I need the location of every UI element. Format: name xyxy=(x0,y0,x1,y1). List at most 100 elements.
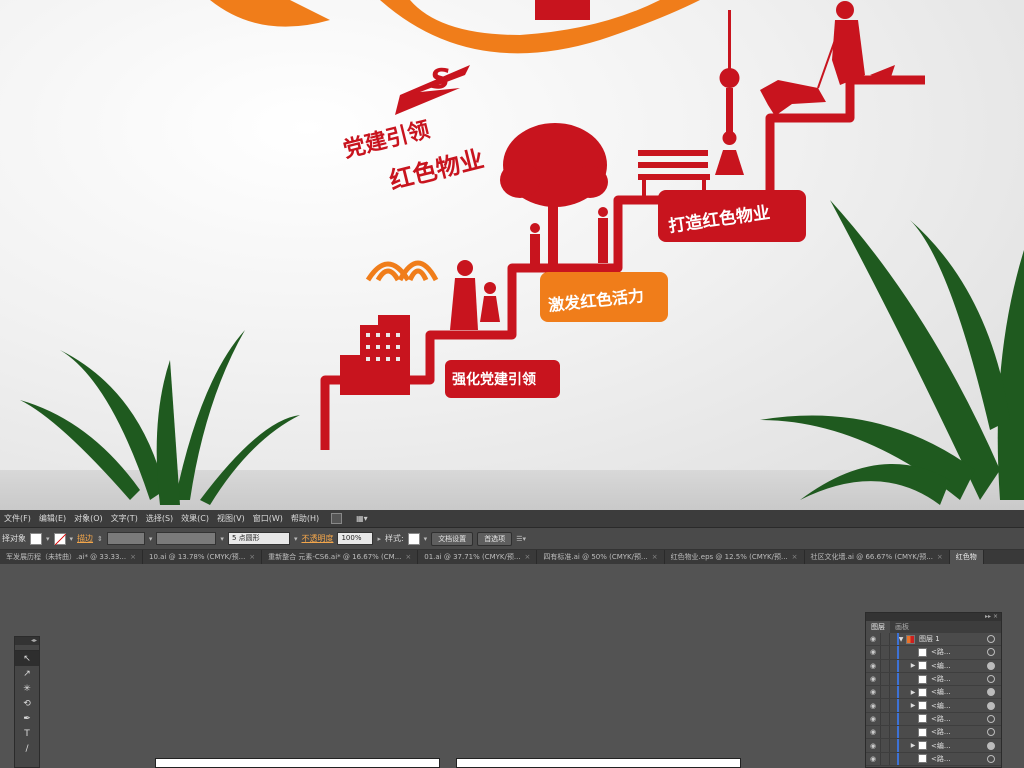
opacity-field[interactable]: 100% xyxy=(337,532,374,545)
artboard-left[interactable] xyxy=(155,758,440,768)
pen-tool-icon[interactable]: ✒ xyxy=(15,711,39,726)
visibility-eye-icon[interactable]: ◉ xyxy=(866,635,880,643)
tab-artboards[interactable]: 画板 xyxy=(890,621,914,633)
layer-row[interactable]: ◉ ▶ <编... xyxy=(866,686,1001,700)
visibility-eye-icon[interactable]: ◉ xyxy=(866,715,880,723)
stroke-weight-stepper-icon[interactable]: ⇕ xyxy=(97,535,103,543)
direct-selection-tool-icon[interactable]: ↗ xyxy=(15,666,39,681)
close-icon[interactable]: × xyxy=(405,553,411,561)
layer-target-icon[interactable] xyxy=(987,701,995,710)
sublayer-name[interactable]: <路... xyxy=(931,754,987,764)
opacity-dropdown-icon[interactable]: ▸ xyxy=(377,535,381,543)
lock-toggle[interactable] xyxy=(880,726,890,739)
visibility-eye-icon[interactable]: ◉ xyxy=(866,702,880,710)
visibility-eye-icon[interactable]: ◉ xyxy=(866,728,880,736)
doc-tab[interactable]: 01.ai @ 37.71% (CMYK/预... × xyxy=(418,550,538,564)
artboard-right[interactable] xyxy=(456,758,741,768)
sublayer-name[interactable]: <路... xyxy=(931,674,987,684)
layer-target-icon[interactable] xyxy=(987,754,995,763)
lock-toggle[interactable] xyxy=(880,646,890,659)
menu-type[interactable]: 文字(T) xyxy=(107,513,142,524)
sublayer-name[interactable]: <编... xyxy=(931,741,987,751)
menu-select[interactable]: 选择(S) xyxy=(142,513,177,524)
panel-menu-icon[interactable]: ☰▾ xyxy=(516,535,526,543)
layer-name[interactable]: 图层 1 xyxy=(919,634,987,644)
expand-right-icon[interactable]: ▶ xyxy=(908,662,918,669)
line-tool-icon[interactable]: / xyxy=(15,741,39,756)
layer-row[interactable]: ◉ <路... xyxy=(866,672,1001,687)
layer-row-main[interactable]: ◉ ▼ 图层 1 xyxy=(866,633,1001,647)
visibility-eye-icon[interactable]: ◉ xyxy=(866,648,880,656)
visibility-eye-icon[interactable]: ◉ xyxy=(866,675,880,683)
layer-row[interactable]: ◉ <路... xyxy=(866,752,1001,766)
preferences-button[interactable]: 首选项 xyxy=(477,531,513,546)
expand-right-icon[interactable]: ▶ xyxy=(908,689,918,696)
sublayer-name[interactable]: <路... xyxy=(931,727,987,737)
menu-object[interactable]: 对象(O) xyxy=(70,513,107,524)
style-dropdown-icon[interactable]: ▾ xyxy=(424,535,428,543)
lock-toggle[interactable] xyxy=(880,712,890,726)
document-setup-button[interactable]: 文档设置 xyxy=(431,531,474,546)
layer-target-icon[interactable] xyxy=(987,728,995,737)
tab-layers[interactable]: 图层 xyxy=(866,621,890,633)
sublayer-name[interactable]: <编... xyxy=(931,661,987,671)
stroke-weight-dropdown-icon[interactable]: ▾ xyxy=(149,535,153,543)
lock-toggle[interactable] xyxy=(880,633,890,646)
doc-tab[interactable]: 社区文化墙.ai @ 66.67% (CMYK/预... × xyxy=(805,550,950,564)
stroke-weight-field[interactable] xyxy=(106,532,145,545)
layer-row[interactable]: ◉ <路... xyxy=(866,712,1001,727)
stroke-swatch[interactable] xyxy=(53,532,66,545)
menu-view[interactable]: 视图(V) xyxy=(213,513,249,524)
layer-target-icon[interactable] xyxy=(987,648,995,657)
stroke-label[interactable]: 描边 xyxy=(77,533,93,544)
visibility-eye-icon[interactable]: ◉ xyxy=(866,742,880,750)
panel-collapse-icon[interactable]: ◂▸ xyxy=(15,637,39,645)
lock-toggle[interactable] xyxy=(880,672,890,686)
layer-target-icon[interactable] xyxy=(987,714,995,723)
menu-help[interactable]: 帮助(H) xyxy=(287,513,323,524)
layer-target-icon[interactable] xyxy=(987,675,995,684)
layer-row[interactable]: ◉ ▶ <编... xyxy=(866,659,1001,673)
layer-target-icon[interactable] xyxy=(987,635,995,644)
sublayer-name[interactable]: <路... xyxy=(931,714,987,724)
panel-collapse-icon[interactable]: ▸▸ × xyxy=(866,613,1001,621)
layer-row[interactable]: ◉ ▶ <编... xyxy=(866,739,1001,753)
variable-width-dropdown-icon[interactable]: ▾ xyxy=(220,535,224,543)
lasso-tool-icon[interactable]: ⟲ xyxy=(15,696,39,711)
magic-wand-tool-icon[interactable]: ✳ xyxy=(15,681,39,696)
bridge-icon[interactable] xyxy=(331,513,343,524)
type-tool-icon[interactable]: T xyxy=(15,726,39,741)
visibility-eye-icon[interactable]: ◉ xyxy=(866,688,880,696)
doc-tab[interactable]: 红色物业.eps @ 12.5% (CMYK/预... × xyxy=(665,550,805,564)
fill-swatch[interactable] xyxy=(30,532,42,545)
brush-field[interactable]: 5 点圆形 xyxy=(227,532,290,545)
fill-dropdown-icon[interactable]: ▾ xyxy=(46,535,50,543)
doc-tab[interactable]: 四有标准.ai @ 50% (CMYK/预... × xyxy=(537,550,665,564)
visibility-eye-icon[interactable]: ◉ xyxy=(866,755,880,763)
selection-tool-icon[interactable]: ↖ xyxy=(15,651,39,666)
close-icon[interactable]: × xyxy=(130,553,136,561)
menu-edit[interactable]: 编辑(E) xyxy=(35,513,70,524)
layer-row[interactable]: ◉ <路... xyxy=(866,726,1001,740)
doc-tab[interactable]: 重新整合 元素-CS6.ai* @ 16.67% (CM... × xyxy=(262,550,419,564)
sublayer-name[interactable]: <编... xyxy=(931,701,987,711)
close-icon[interactable]: × xyxy=(249,553,255,561)
lock-toggle[interactable] xyxy=(880,699,890,712)
lock-toggle[interactable] xyxy=(880,752,890,765)
sublayer-name[interactable]: <编... xyxy=(931,687,987,697)
layer-target-icon[interactable] xyxy=(987,661,995,670)
doc-tab-active[interactable]: 红色物 xyxy=(949,550,984,564)
expand-right-icon[interactable]: ▶ xyxy=(908,702,918,709)
expand-right-icon[interactable]: ▶ xyxy=(908,742,918,749)
doc-tab[interactable]: 10.ai @ 13.78% (CMYK/预... × xyxy=(143,550,263,564)
lock-toggle[interactable] xyxy=(880,659,890,672)
layer-target-icon[interactable] xyxy=(987,741,995,750)
close-icon[interactable]: × xyxy=(792,553,798,561)
arrange-documents-icon[interactable]: ▦▾ xyxy=(356,514,368,523)
lock-toggle[interactable] xyxy=(880,739,890,752)
doc-tab[interactable]: 军发展历程（未转曲）.ai* @ 33.33... × xyxy=(0,550,143,564)
layer-row[interactable]: ◉ <路... xyxy=(866,646,1001,660)
menu-effect[interactable]: 效果(C) xyxy=(177,513,213,524)
opacity-label[interactable]: 不透明度 xyxy=(301,533,333,544)
variable-width-field[interactable] xyxy=(156,532,217,545)
